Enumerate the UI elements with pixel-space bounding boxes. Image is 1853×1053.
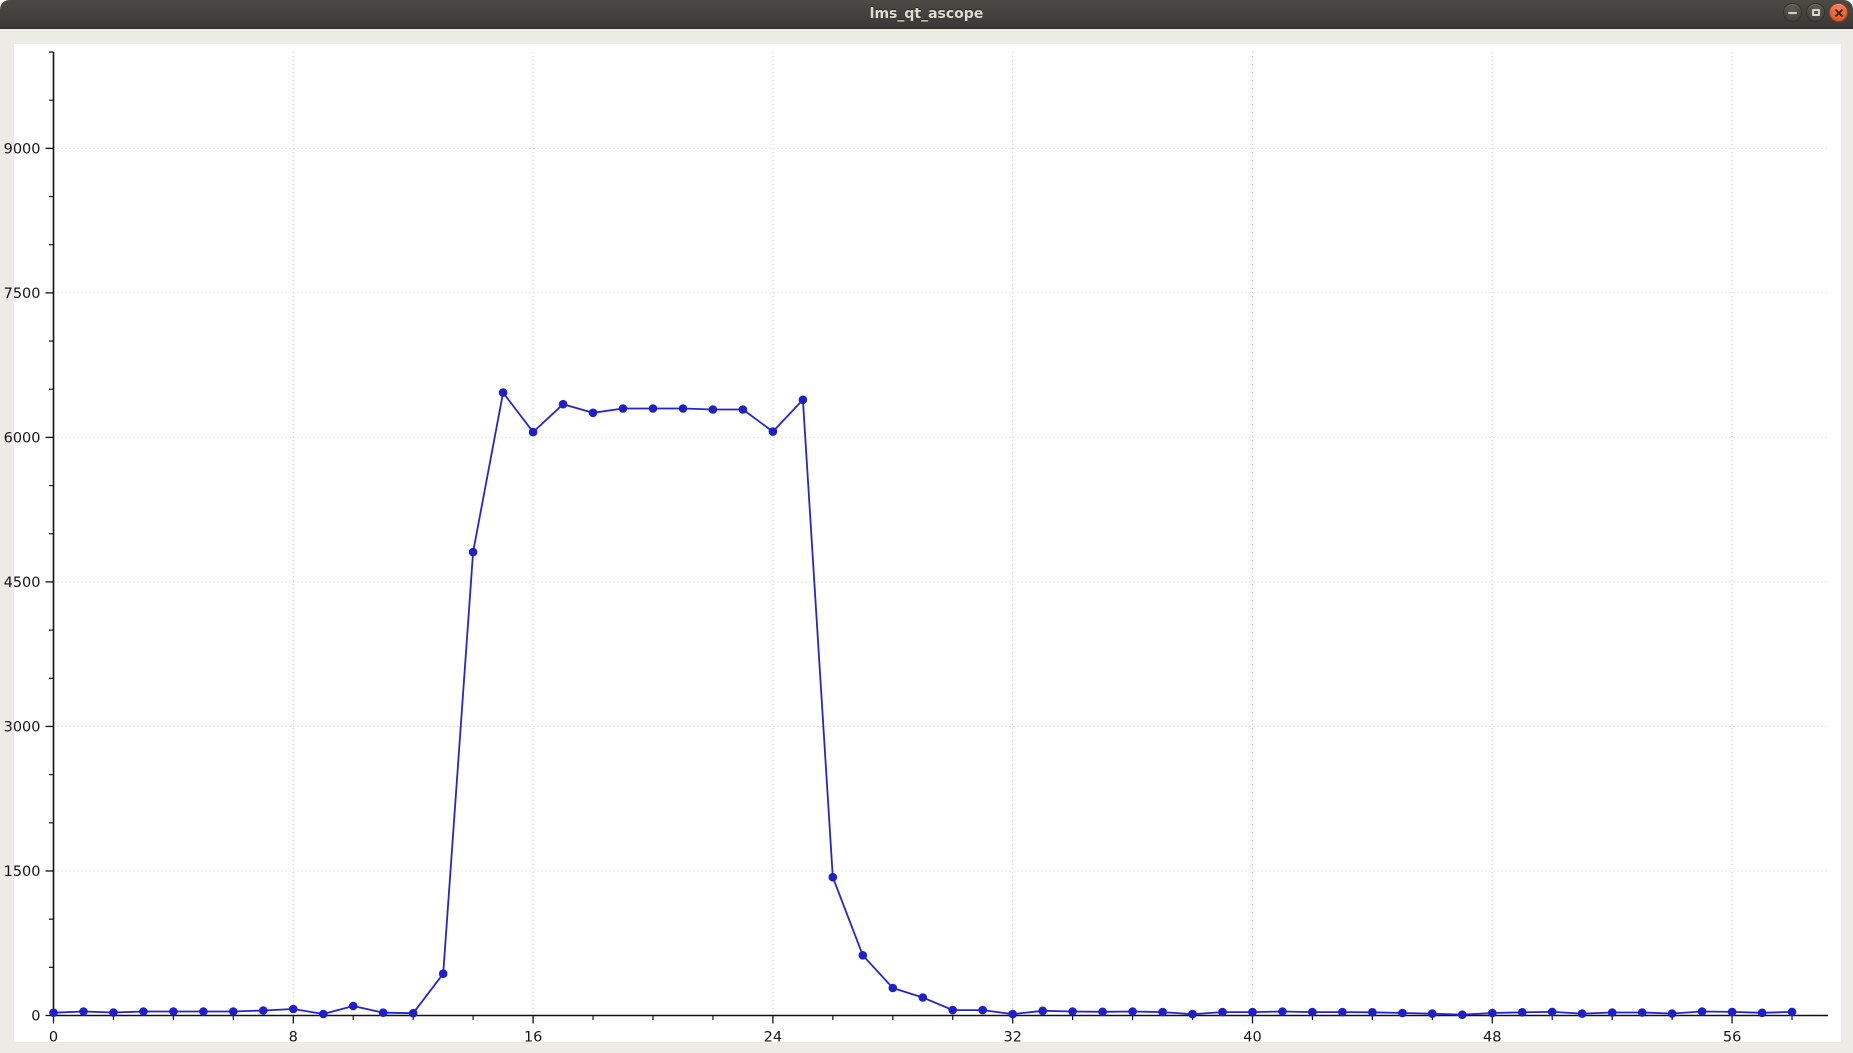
svg-text:6000: 6000 <box>4 430 41 446</box>
svg-text:9000: 9000 <box>4 141 41 157</box>
svg-text:16: 16 <box>524 1030 542 1046</box>
svg-text:3000: 3000 <box>4 719 41 735</box>
svg-text:48: 48 <box>1483 1030 1501 1046</box>
ascope-chart: 0 1500 3000 4500 6000 7500 9000 0 8 16 24 32 40 48 56 <box>4 51 1828 1046</box>
svg-text:7500: 7500 <box>4 286 41 302</box>
svg-text:0: 0 <box>49 1030 58 1046</box>
svg-text:8: 8 <box>289 1030 298 1046</box>
app-window: lms_qt_ascope 0 1500 3000 4500 6000 7500 9000 0… <box>0 0 1853 1053</box>
svg-text:24: 24 <box>764 1030 782 1046</box>
svg-text:40: 40 <box>1243 1030 1261 1046</box>
svg-text:4500: 4500 <box>4 575 41 591</box>
trace-line <box>52 391 1793 1016</box>
grid-lines <box>53 52 1828 1016</box>
trace-markers <box>49 388 1797 1019</box>
x-axis-ticks: 0 8 16 24 32 40 48 56 <box>49 1015 1793 1046</box>
svg-text:0: 0 <box>31 1009 40 1025</box>
y-axis-ticks: 0 1500 3000 4500 6000 7500 9000 <box>4 51 54 1025</box>
svg-text:56: 56 <box>1723 1030 1741 1046</box>
svg-text:32: 32 <box>1003 1030 1021 1046</box>
axes <box>52 52 1828 1017</box>
svg-text:1500: 1500 <box>4 864 41 880</box>
